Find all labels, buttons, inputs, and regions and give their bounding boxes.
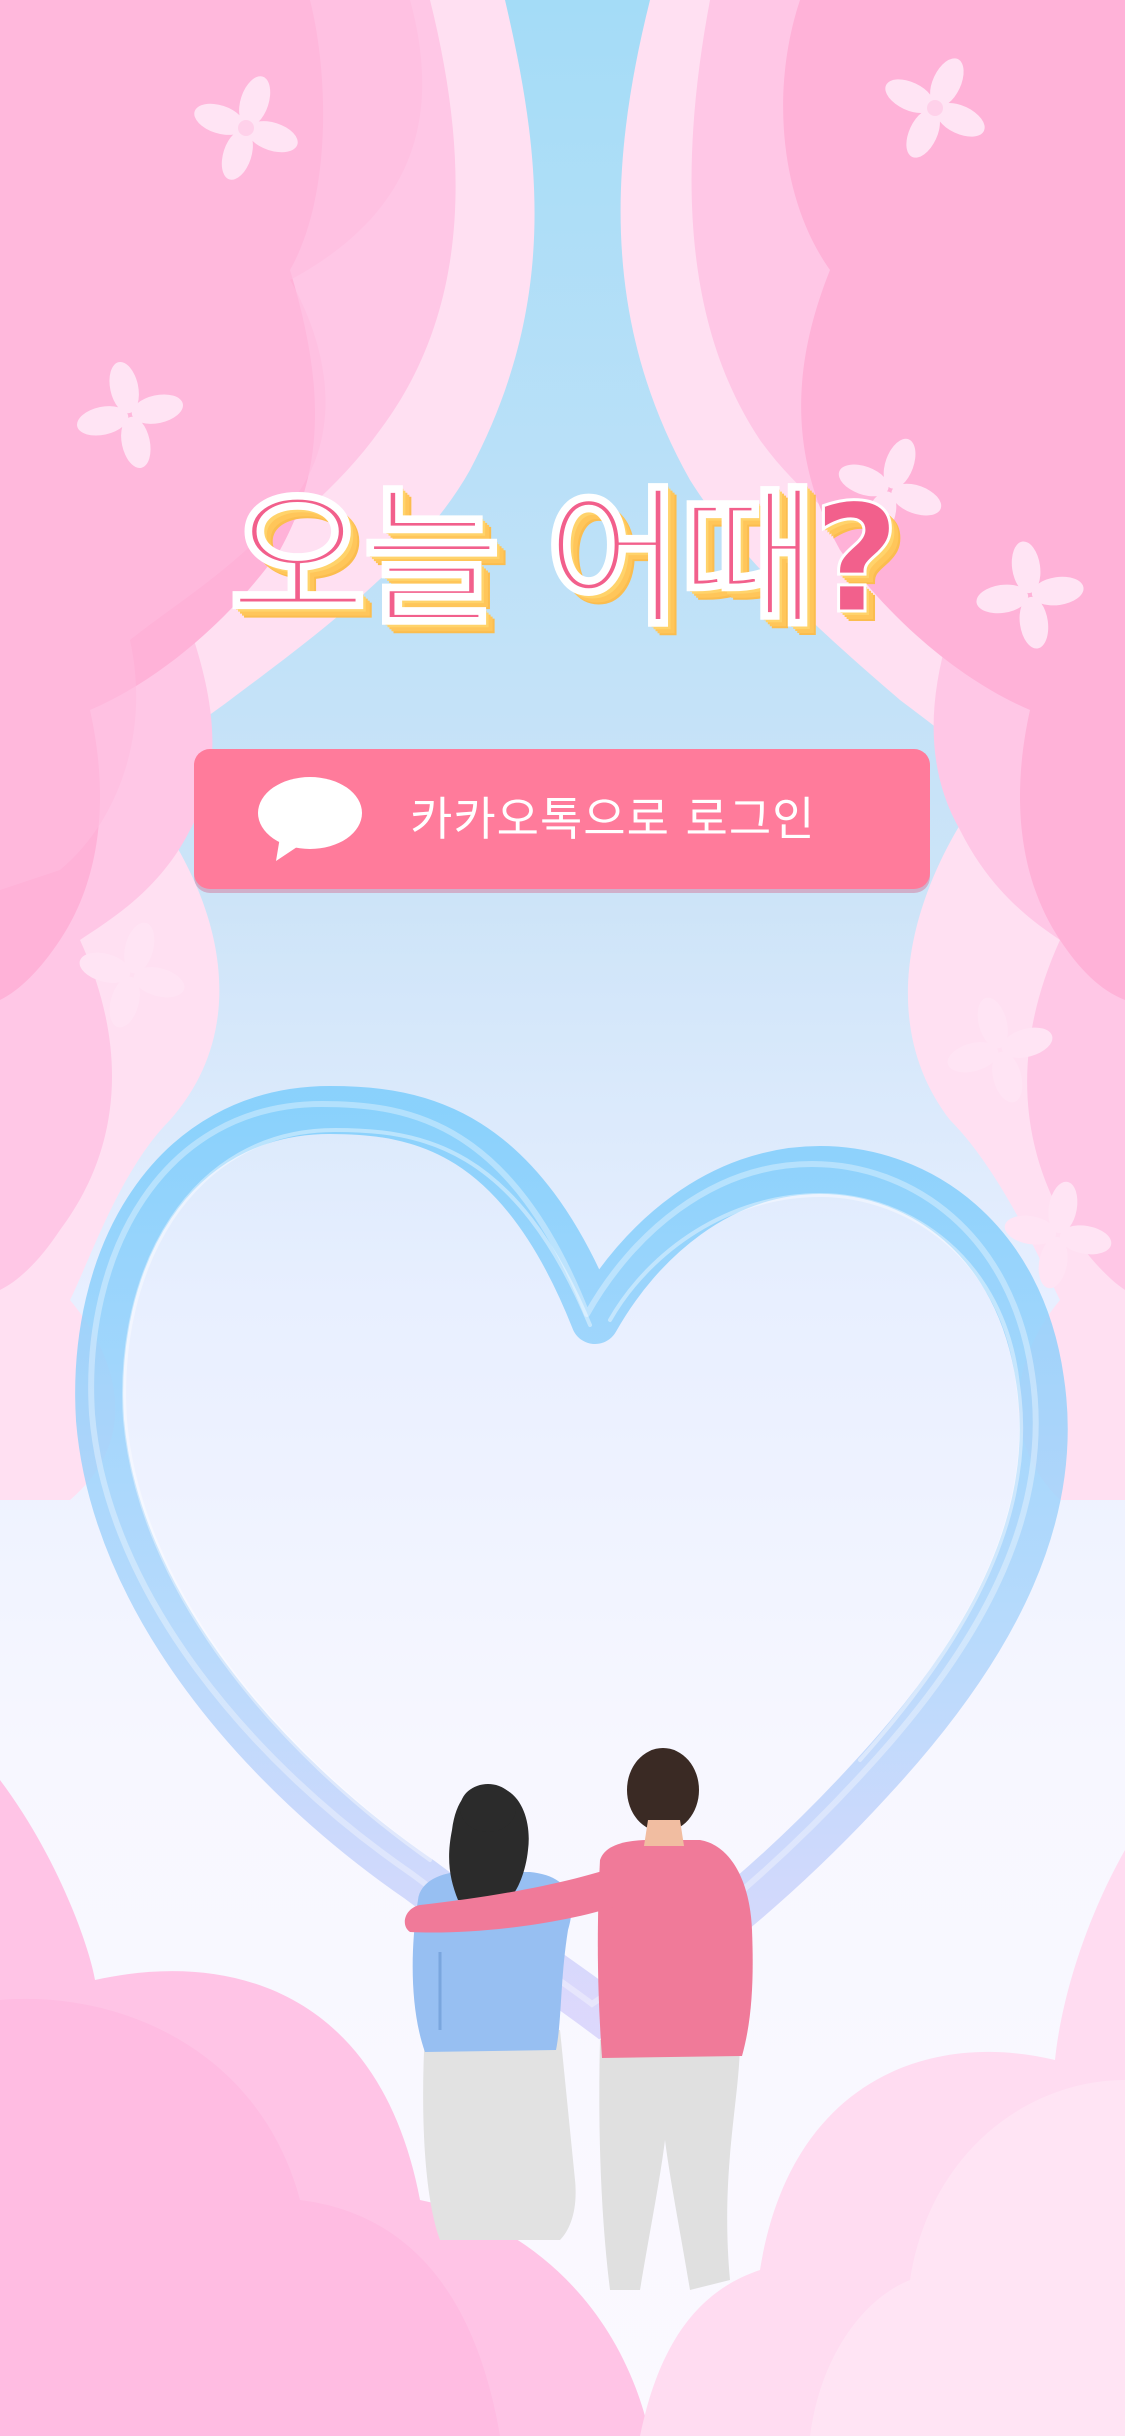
couple-illustration [404,1748,753,2290]
man-legs [599,2040,740,2290]
login-screen: 오늘 어때? 카카오톡으로 로그인 [0,0,1125,2436]
man-head [627,1748,699,1832]
woman-legs [423,2030,576,2240]
